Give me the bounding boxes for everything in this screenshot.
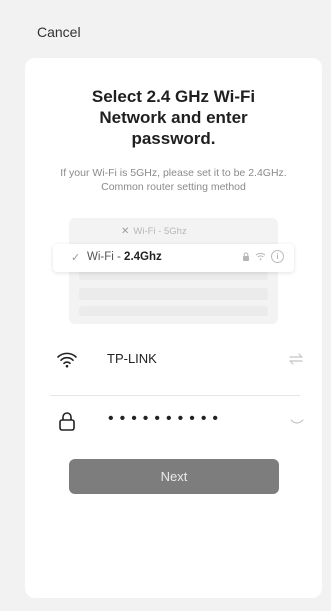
cancel-button[interactable]: Cancel — [37, 24, 81, 40]
password-field[interactable]: •••••••••• — [50, 402, 307, 442]
eye-closed-icon[interactable] — [290, 418, 304, 426]
field-divider — [50, 395, 300, 396]
top-bar: Cancel — [0, 0, 331, 58]
x-icon: ✕ — [121, 226, 130, 237]
lock-icon — [243, 252, 249, 261]
instruction-text: If your Wi-Fi is 5GHz, please set it to … — [60, 167, 287, 193]
illustration-5ghz-row: ✕ Wi-Fi - 5Ghz — [121, 226, 187, 237]
check-icon: ✓ — [71, 252, 81, 264]
page-title: Select 2.4 GHz Wi-Fi Network and enter p… — [25, 86, 322, 149]
illustration-placeholder-row — [79, 288, 268, 300]
illustration-24ghz-prefix: Wi-Fi - — [87, 251, 125, 263]
illustration-placeholder-row — [79, 306, 268, 316]
illustration-24ghz-label: Wi-Fi - 2.4Ghz — [87, 251, 162, 263]
illustration-24ghz-bold: 2.4Ghz — [124, 251, 162, 263]
wifi-network-field[interactable]: TP-LINK — [50, 340, 307, 380]
illustration-24ghz-icons: i — [242, 250, 284, 263]
info-icon: i — [271, 250, 284, 263]
title-text: Select 2.4 GHz Wi-Fi Network and enter p… — [91, 87, 256, 148]
wifi-icon — [255, 252, 266, 261]
password-input[interactable]: •••••••••• — [108, 410, 224, 428]
lock-icon — [59, 412, 75, 431]
next-button[interactable]: Next — [69, 459, 279, 494]
swap-icon[interactable] — [287, 352, 305, 366]
wifi-icon — [57, 352, 77, 368]
illustration-5ghz-label: Wi-Fi - 5Ghz — [133, 226, 187, 237]
wifi-network-name: TP-LINK — [107, 351, 157, 366]
wifi-setup-card: Select 2.4 GHz Wi-Fi Network and enter p… — [25, 58, 322, 598]
illustration-24ghz-row: ✓ Wi-Fi - 2.4Ghz i — [53, 244, 294, 272]
